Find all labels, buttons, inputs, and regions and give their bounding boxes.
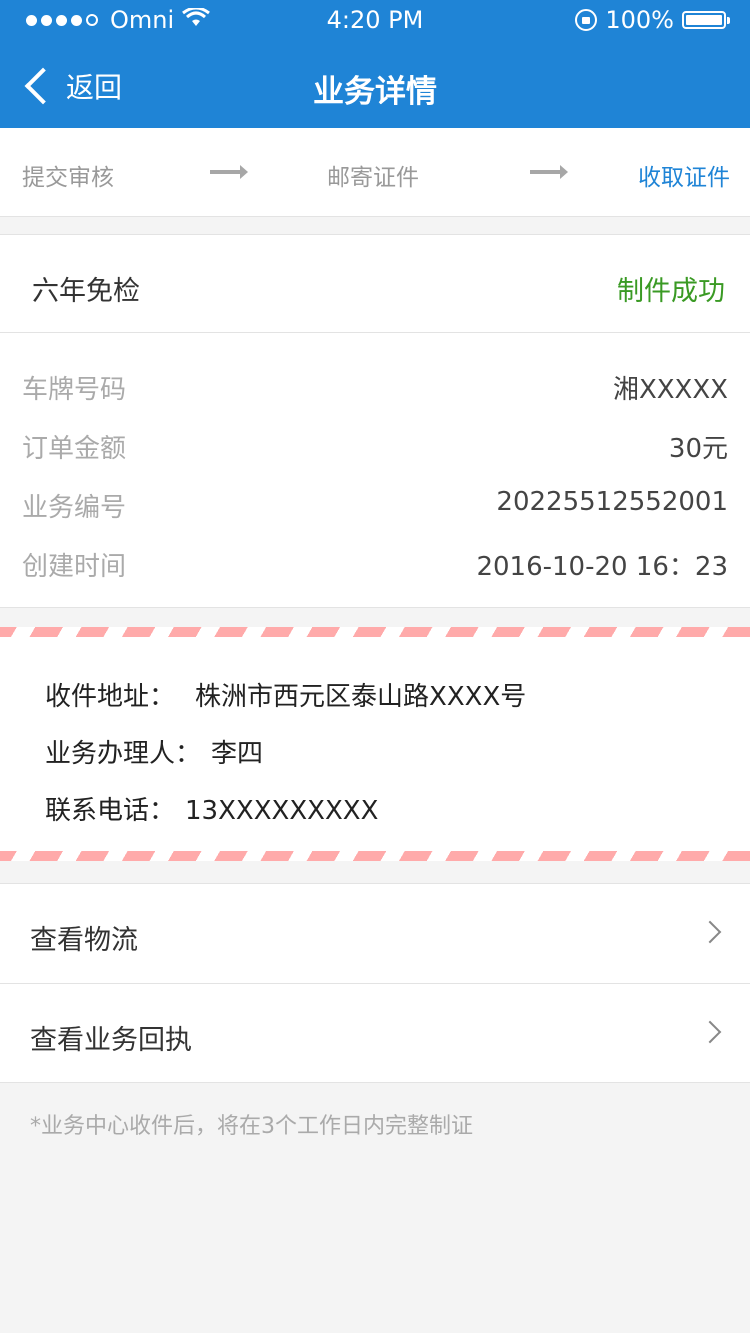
envelope-stripe-bottom: [0, 851, 750, 861]
detail-value: 30元: [668, 434, 728, 464]
detail-label: 订单金额: [22, 434, 127, 464]
link-label: 查看业务回执: [30, 1025, 192, 1056]
address-line: 收件地址： 株洲市西元区泰山路XXXX号: [45, 676, 526, 713]
chevron-right-icon: [698, 920, 722, 944]
detail-row-order-number: 业务编号 20225512552001: [0, 487, 750, 527]
detail-value: 20225512552001: [496, 487, 728, 517]
rotation-lock-icon: [575, 9, 598, 31]
link-label: 查看物流: [30, 925, 138, 956]
action-list: 查看物流 查看业务回执: [0, 883, 750, 1083]
service-name: 六年免检: [32, 276, 140, 307]
header: Omni 4:20 PM 100% 返回 业务详情: [0, 0, 750, 128]
handler-value: 李四: [211, 739, 264, 769]
footer-note: *业务中心收件后，将在3个工作日内完整制证: [30, 1114, 473, 1139]
view-logistics-link[interactable]: 查看物流: [0, 884, 750, 982]
arrow-right-icon: [210, 165, 248, 179]
step-mail-documents: 邮寄证件: [327, 165, 419, 191]
phone-line: 联系电话： 13XXXXXXXXX: [45, 790, 378, 827]
detail-row-created-time: 创建时间 2016-10-20 16：23: [0, 546, 750, 586]
status-bar: Omni 4:20 PM 100%: [0, 0, 750, 40]
detail-row-plate: 车牌号码 湘XXXXX: [0, 369, 750, 409]
service-header: 六年免检 制件成功: [0, 235, 750, 333]
service-card: 六年免检 制件成功 车牌号码 湘XXXXX 订单金额 30元 业务编号 2022…: [0, 234, 750, 608]
detail-row-amount: 订单金额 30元: [0, 428, 750, 468]
step-submit-review: 提交审核: [22, 165, 114, 191]
chevron-right-icon: [698, 1020, 722, 1044]
detail-label: 车牌号码: [22, 375, 127, 405]
arrow-right-icon: [530, 165, 568, 179]
step-receive-documents: 收取证件: [638, 165, 730, 191]
page-title: 业务详情: [313, 74, 437, 110]
progress-steps: 提交审核 邮寄证件 收取证件: [0, 128, 750, 217]
handler-line: 业务办理人： 李四: [45, 733, 263, 770]
battery-icon: [682, 11, 730, 29]
phone-value: 13XXXXXXXXX: [185, 796, 379, 826]
status-badge: 制件成功: [617, 276, 725, 307]
address-label: 收件地址：: [45, 682, 176, 712]
address-value: 株洲市西元区泰山路XXXX号: [195, 682, 527, 712]
handler-label: 业务办理人：: [45, 739, 202, 769]
detail-value: 2016-10-20 16：23: [476, 552, 728, 582]
status-right: 100%: [575, 6, 730, 34]
view-receipt-link[interactable]: 查看业务回执: [0, 983, 750, 1082]
battery-percent: 100%: [605, 6, 674, 34]
envelope-stripe-top: [0, 627, 750, 637]
detail-label: 创建时间: [22, 552, 127, 582]
detail-label: 业务编号: [22, 493, 127, 523]
address-block: 收件地址： 株洲市西元区泰山路XXXX号 业务办理人： 李四 联系电话： 13XXXX…: [0, 627, 750, 861]
detail-value: 湘XXXXX: [612, 375, 728, 405]
phone-label: 联系电话：: [45, 796, 176, 826]
